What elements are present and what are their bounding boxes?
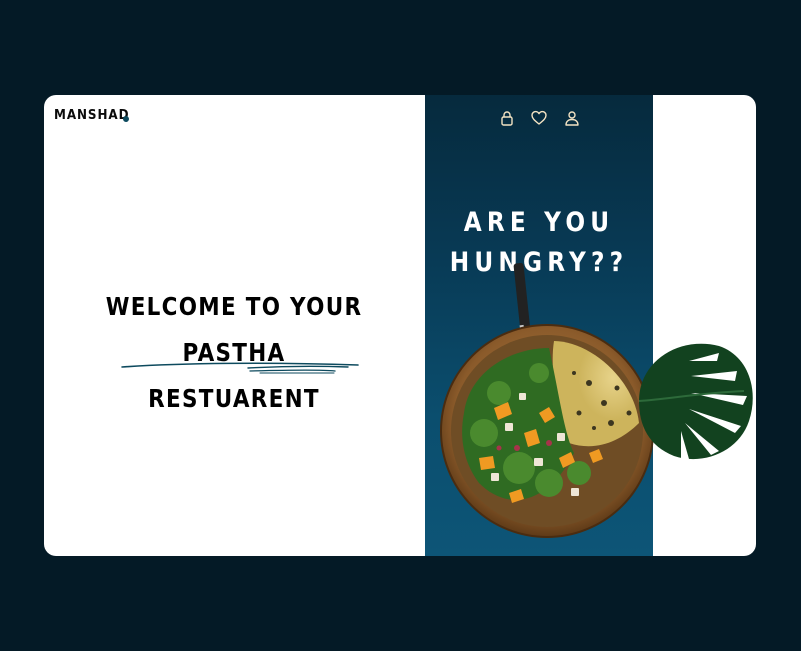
heart-icon[interactable]: [531, 110, 547, 126]
monstera-leaf-image: [638, 343, 753, 460]
user-icon[interactable]: [564, 110, 580, 126]
brand-logo[interactable]: MANSHAD: [54, 108, 129, 123]
headline-line-1: ARE YOU: [463, 207, 615, 238]
welcome-heading: WELCOME TO YOUR PASTHA RESTUARENT: [44, 284, 424, 422]
logo-dot: [123, 116, 129, 122]
welcome-line-2: RESTUARENT: [148, 384, 320, 413]
lock-icon[interactable]: [499, 110, 515, 126]
main-card: MANSHAD WELCOME TO YOUR PASTHA RESTUAREN…: [44, 95, 756, 556]
underline-scribble: [121, 362, 359, 374]
